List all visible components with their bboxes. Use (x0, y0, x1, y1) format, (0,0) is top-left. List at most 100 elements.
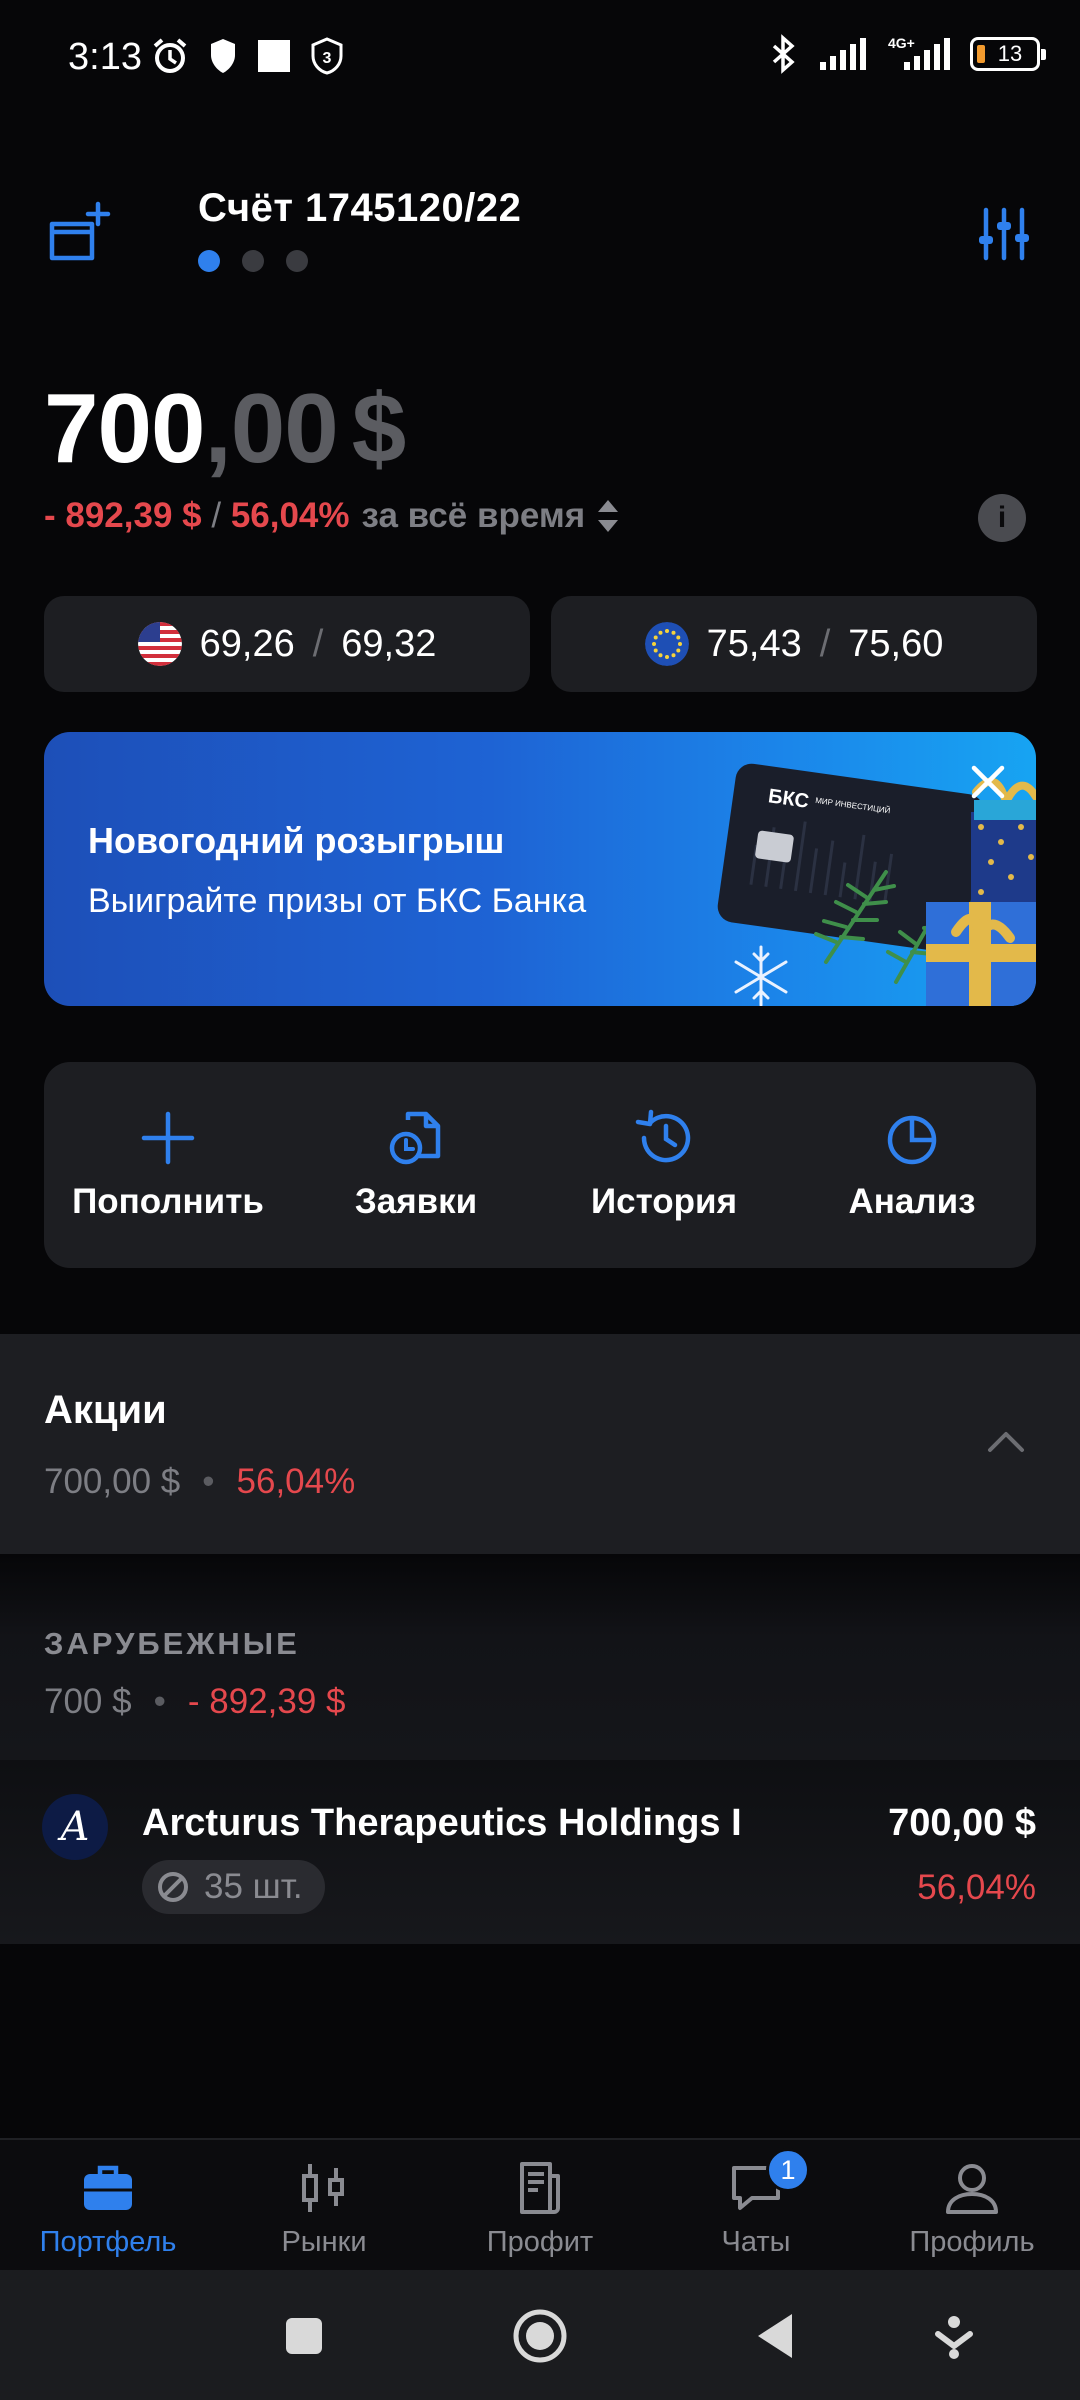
foreign-pl: - 892,39 $ (187, 1682, 346, 1721)
foreign-title: ЗАРУБЕЖНЫЕ (44, 1626, 300, 1661)
system-navigation-bar (0, 2270, 1080, 2400)
battery-icon: 13 (970, 37, 1046, 71)
bluetooth-icon (772, 34, 795, 74)
us-flag-icon (137, 622, 182, 666)
pl-amount: - 892,39 $ (44, 496, 202, 535)
stocks-amount: 700,00 $ (44, 1462, 181, 1501)
history-button[interactable]: История (540, 1062, 788, 1268)
foreign-amount: 700 $ (44, 1682, 132, 1721)
deposit-button[interactable]: Пополнить (44, 1062, 292, 1268)
holding-percent: 56,04% (917, 1868, 1036, 1907)
page-dot[interactable] (242, 250, 264, 272)
holding-quantity-pill: 35 шт. (142, 1860, 325, 1914)
tab-portfolio[interactable]: Портфель (0, 2140, 216, 2270)
analysis-button[interactable]: Анализ (788, 1062, 1036, 1268)
candlestick-icon (302, 2164, 344, 2212)
status-time: 3:13 (68, 36, 142, 78)
usd-bid: 69,26 (199, 622, 295, 665)
document-icon (520, 2162, 560, 2214)
promo-title: Новогодний розыгрыш (88, 820, 505, 861)
deposit-label: Пополнить (72, 1182, 264, 1221)
portfolio-balance: 700,00 $ (44, 372, 407, 485)
holding-name: Arcturus Therapeutics Holdings I (142, 1802, 742, 1844)
promo-subtitle: Выиграйте призы от БКС Банка (88, 882, 587, 920)
usd-ask: 69,32 (341, 622, 437, 665)
tab-label: Рынки (281, 2226, 367, 2258)
promo-banner[interactable]: БКС МИР ИНВЕСТИЦИЙ Новогодний розыгрыш В… (44, 732, 1036, 1006)
history-icon (635, 1109, 691, 1163)
stocks-summary: 700,00 $ • 56,04% (44, 1462, 355, 1502)
svg-text:4G+: 4G+ (888, 35, 915, 51)
eur-ask: 75,60 (848, 622, 944, 665)
pl-percent: 56,04% (230, 496, 350, 535)
eu-flag-icon (644, 622, 689, 666)
tab-markets[interactable]: Рынки (216, 2140, 432, 2270)
chevron-up-icon[interactable] (986, 1430, 1026, 1454)
balance-currency: $ (351, 373, 407, 483)
alarm-icon (153, 38, 187, 73)
back-button-icon[interactable] (748, 2306, 808, 2366)
home-button-icon[interactable] (510, 2306, 570, 2366)
close-icon[interactable] (968, 762, 1008, 802)
sort-updown-icon[interactable] (595, 498, 621, 534)
briefcase-icon (84, 2165, 132, 2210)
tab-label: Профиль (909, 2226, 1035, 2258)
stocks-section[interactable]: Акции 700,00 $ • 56,04% (0, 1334, 1080, 1554)
pl-period-selector[interactable]: за всё время (362, 496, 586, 536)
usd-rate-chip[interactable]: 69,26 / 69,32 (44, 596, 530, 692)
page-dot[interactable] (198, 250, 220, 272)
quick-actions-panel: Пополнить Заявки История Анализ (44, 1062, 1036, 1268)
status-bar: 3:13 3 4G+ 13 (0, 0, 1080, 118)
square-status-icon (258, 40, 290, 72)
tab-chats[interactable]: 1 Чаты (648, 2140, 864, 2270)
unread-badge: 1 (766, 2148, 810, 2192)
orders-label: Заявки (354, 1182, 478, 1221)
shield-3-icon: 3 (311, 37, 343, 75)
tab-label: Портфель (39, 2226, 177, 2258)
recents-button-icon[interactable] (274, 2306, 334, 2366)
orders-icon (389, 1111, 441, 1165)
assist-button-icon[interactable] (924, 2306, 984, 2366)
signal-4g-icon: 4G+ (888, 35, 950, 70)
filter-settings-icon[interactable] (976, 206, 1032, 262)
holding-quantity: 35 шт. (204, 1867, 303, 1906)
status-icons-right: 4G+ 13 (766, 34, 1046, 74)
signal-icon (820, 38, 866, 70)
orders-button[interactable]: Заявки (292, 1062, 540, 1268)
rate-separator: / (819, 622, 831, 665)
holding-row[interactable]: A Arcturus Therapeutics Holdings I 35 шт… (0, 1760, 1080, 1944)
account-page-dots (198, 250, 308, 272)
foreign-summary: 700 $ • - 892,39 $ (44, 1682, 345, 1722)
tab-profile[interactable]: Профиль (864, 2140, 1080, 2270)
tab-profit[interactable]: Профит (432, 2140, 648, 2270)
svg-text:3: 3 (323, 50, 332, 67)
foreign-group: ЗАРУБЕЖНЫЕ 700 $ • - 892,39 $ (0, 1554, 1080, 1760)
page-dot[interactable] (286, 250, 308, 272)
info-icon[interactable]: i (978, 494, 1026, 542)
balance-integer: 700 (44, 373, 206, 483)
stocks-percent: 56,04% (236, 1462, 356, 1501)
tab-label: Чаты (721, 2226, 791, 2258)
company-logo: A (42, 1794, 108, 1860)
shield-status-icon (211, 39, 235, 73)
status-icons-left: 3 (150, 36, 344, 76)
blocked-icon (158, 1872, 188, 1902)
person-icon (946, 2164, 998, 2214)
balance-decimal: ,00 (204, 373, 339, 483)
rate-separator: / (312, 622, 324, 665)
bullet: • (153, 1682, 166, 1721)
bullet: • (202, 1462, 215, 1501)
history-label: История (591, 1182, 737, 1221)
stocks-title: Акции (44, 1388, 167, 1432)
plus-icon (141, 1111, 195, 1165)
account-title[interactable]: Счёт 1745120/22 (198, 186, 521, 231)
holding-value: 700,00 $ (888, 1802, 1036, 1844)
eur-bid: 75,43 (706, 622, 802, 665)
add-account-icon[interactable] (46, 200, 112, 266)
profit-loss-line: - 892,39 $ / 56,04% за всё время (44, 496, 621, 536)
pie-chart-icon (887, 1115, 937, 1165)
analysis-label: Анализ (848, 1182, 976, 1221)
eur-rate-chip[interactable]: 75,43 / 75,60 (551, 596, 1037, 692)
pl-separator: / (201, 496, 231, 535)
tab-label: Профит (486, 2226, 594, 2258)
